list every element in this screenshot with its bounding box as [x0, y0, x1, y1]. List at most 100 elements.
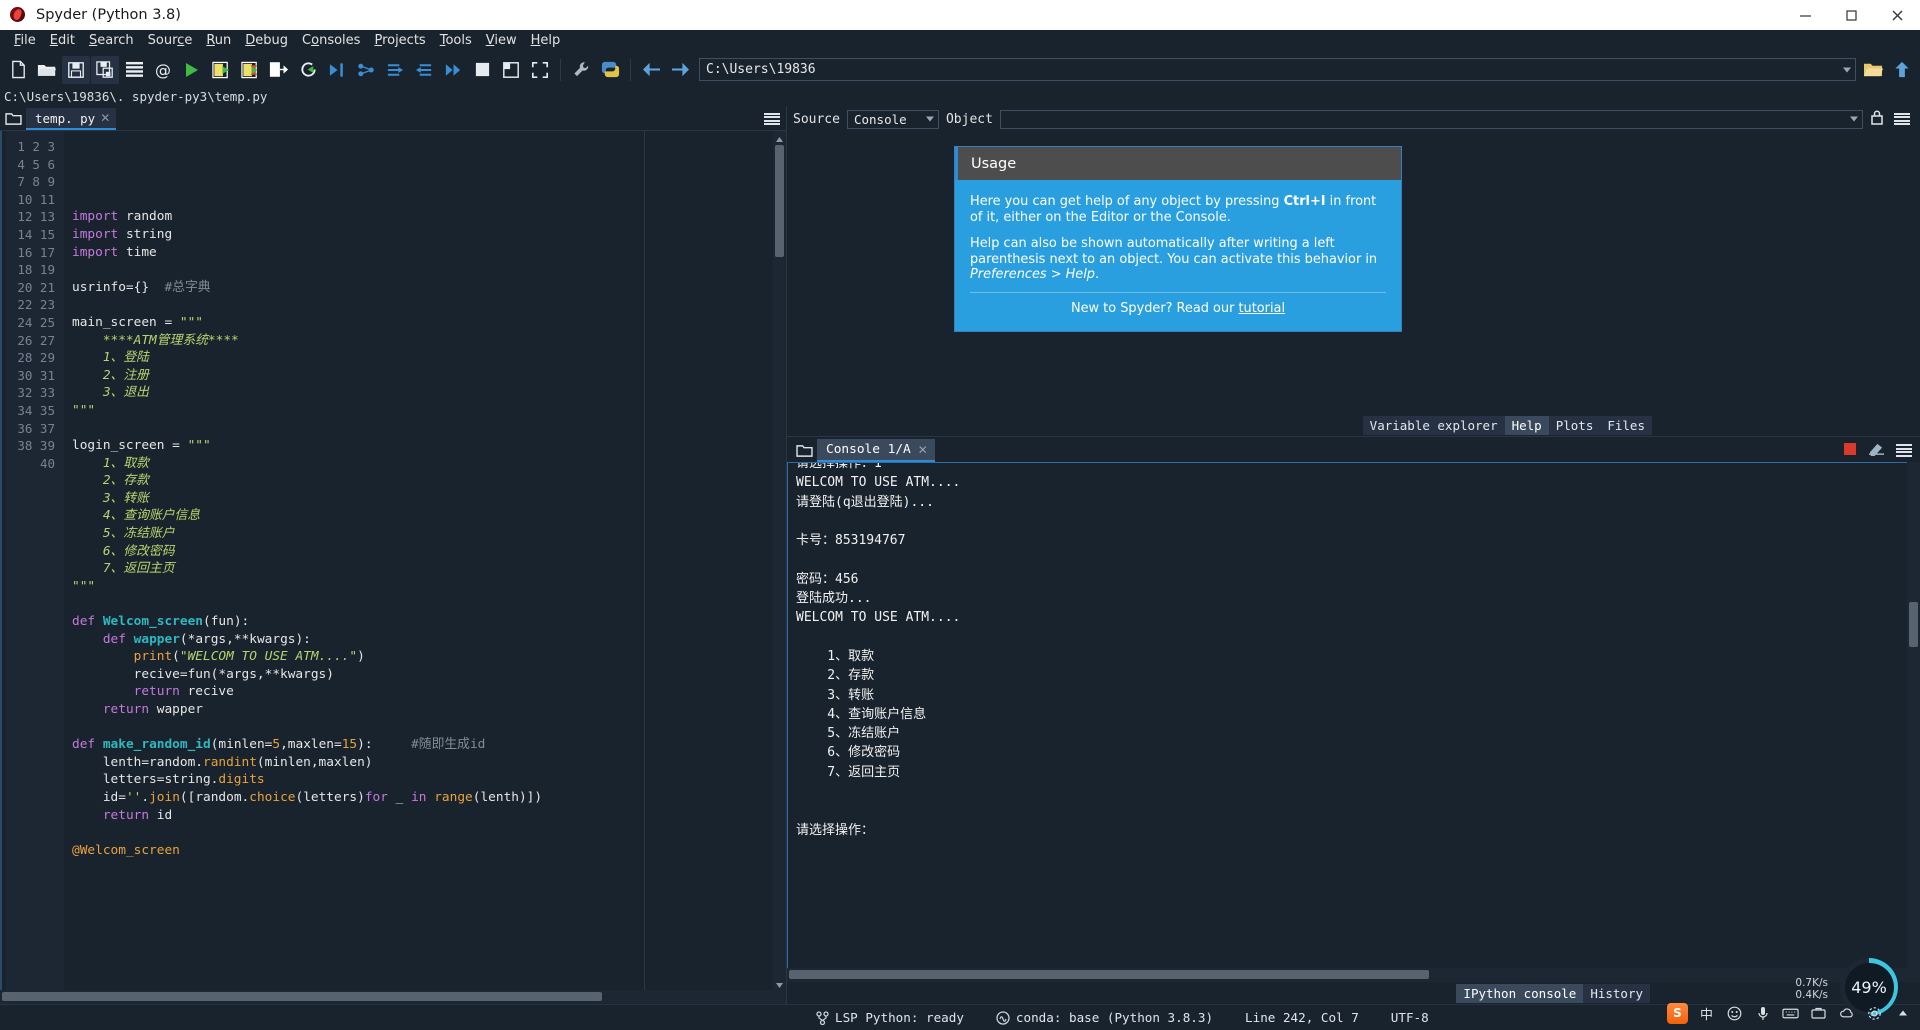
stop-icon[interactable] [1843, 441, 1857, 460]
run-cell-icon[interactable] [207, 56, 235, 84]
fullscreen-icon[interactable] [526, 56, 554, 84]
menu-edit[interactable]: Edit [43, 32, 82, 50]
console-scroll-thumb[interactable] [1909, 602, 1918, 647]
settings-icon[interactable] [1865, 1004, 1884, 1023]
lock-icon[interactable] [1870, 109, 1884, 129]
tab-plots[interactable]: Plots [1548, 415, 1601, 435]
usage-card-header: Usage [955, 147, 1401, 180]
help-source-select[interactable]: Console [846, 109, 939, 129]
smiley-icon[interactable] [1725, 1004, 1744, 1023]
console-hscroll-thumb[interactable] [789, 970, 1429, 979]
chevron-down-icon[interactable] [925, 116, 934, 122]
console-output[interactable]: 请选择操作：1 WELCOM TO USE ATM.... 请登陆(q退出登陆)… [787, 462, 1907, 968]
stop-debug-icon[interactable] [468, 56, 496, 84]
run-selection-icon[interactable] [265, 56, 293, 84]
browse-tabs-icon[interactable] [0, 108, 26, 130]
editor-horizontal-scrollbar[interactable] [0, 990, 786, 1004]
right-column: Source Console Object Usage Here you can… [786, 106, 1920, 1004]
tab-label: Variable explorer [1369, 417, 1498, 433]
close-button[interactable] [1874, 0, 1920, 30]
editor-scroll-thumb[interactable] [775, 145, 784, 257]
code-text-area[interactable]: import random import string import time … [64, 131, 773, 990]
options-hamburger-icon[interactable] [764, 112, 780, 126]
save-all-icon[interactable] [91, 55, 119, 84]
editor-hscroll-thumb[interactable] [2, 992, 602, 1001]
parent-directory-icon[interactable] [1888, 56, 1916, 84]
menu-debug[interactable]: Debug [238, 32, 295, 50]
editor-tab-temp-py[interactable]: temp. py ✕ [26, 108, 117, 130]
options-hamburger-icon[interactable] [1896, 444, 1912, 457]
maximize-pane-icon[interactable] [497, 56, 525, 84]
editor-vertical-scrollbar[interactable] [773, 131, 786, 990]
continue-icon[interactable] [439, 56, 467, 84]
main-area: temp. py ✕ 1 2 3 4 5 6 7 8 9 10 11 12 13… [0, 106, 1920, 1004]
preferences-icon[interactable] [567, 56, 595, 84]
chevron-down-icon[interactable] [1850, 116, 1858, 122]
tab-files[interactable]: Files [1600, 415, 1652, 435]
step-over-icon[interactable] [352, 56, 380, 84]
find-symbols-icon[interactable]: @ [149, 56, 177, 84]
menu-tools[interactable]: Tools [433, 32, 479, 50]
cloud-icon[interactable] [1837, 1004, 1856, 1023]
menu-search[interactable]: Search [82, 32, 141, 50]
run-file-icon[interactable] [178, 56, 206, 84]
line-number-gutter: 1 2 3 4 5 6 7 8 9 10 11 12 13 14 15 16 1… [6, 131, 64, 990]
console-vertical-scrollbar[interactable] [1907, 462, 1920, 968]
re-run-icon[interactable] [294, 56, 322, 84]
tab-history[interactable]: History [1583, 983, 1650, 1003]
menu-help[interactable]: Help [524, 32, 568, 50]
help-content: Usage Here you can get help of any objec… [787, 132, 1920, 414]
run-cell-advance-icon[interactable] [236, 56, 264, 84]
new-file-icon[interactable] [4, 56, 32, 84]
usage-shortcut-key: Ctrl+I [1283, 194, 1326, 209]
menu-source[interactable]: Source [141, 32, 200, 50]
file-switcher-icon[interactable] [120, 56, 148, 84]
menu-view[interactable]: View [479, 32, 524, 50]
chevron-down-icon[interactable] [1843, 67, 1851, 72]
tab-help[interactable]: Help [1504, 415, 1549, 435]
maximize-button[interactable] [1828, 0, 1874, 30]
scroll-down-arrow-icon[interactable] [773, 977, 786, 990]
lsp-status-text: LSP Python: ready [835, 1010, 964, 1025]
console-horizontal-scrollbar[interactable] [787, 968, 1920, 982]
microphone-icon[interactable] [1753, 1004, 1772, 1023]
browse-directory-icon[interactable] [1859, 56, 1887, 84]
back-icon[interactable] [637, 56, 665, 84]
usage-p2-part-b: . [1095, 267, 1100, 282]
caret-up-icon[interactable] [1893, 1004, 1912, 1023]
pythonpath-icon[interactable] [596, 56, 624, 84]
close-icon[interactable]: ✕ [918, 443, 928, 457]
menu-projects[interactable]: Projects [367, 32, 432, 50]
console-tab-1a[interactable]: Console 1/A ✕ [817, 439, 935, 462]
working-directory-input[interactable]: C:\Users\19836 [699, 58, 1856, 81]
step-return-icon[interactable] [410, 56, 438, 84]
toolbar-separator [560, 58, 561, 81]
tutorial-link[interactable]: tutorial [1239, 301, 1286, 316]
open-file-icon[interactable] [33, 56, 61, 84]
menu-consoles[interactable]: Consoles [295, 32, 367, 50]
tab-label: Help [1511, 417, 1542, 433]
keyboard-icon[interactable] [1781, 1004, 1800, 1023]
remove-all-variables-icon[interactable] [1868, 441, 1885, 460]
forward-icon[interactable] [666, 56, 694, 84]
scroll-up-arrow-icon[interactable] [773, 131, 786, 144]
conda-status-text: conda: base (Python 3.8.3) [1015, 1010, 1214, 1025]
options-hamburger-icon[interactable] [1894, 112, 1910, 126]
menu-run[interactable]: Run [199, 32, 238, 50]
toolbox-icon[interactable] [1809, 1004, 1828, 1023]
help-object-input[interactable] [999, 109, 1863, 129]
window-title: Spyder (Python 3.8) [36, 7, 181, 23]
tab-ipython-console[interactable]: IPython console [1456, 983, 1584, 1003]
close-icon[interactable]: ✕ [100, 111, 110, 125]
tab-variable-explorer[interactable]: Variable explorer [1362, 415, 1505, 435]
debug-file-icon[interactable] [323, 56, 351, 84]
step-into-icon[interactable] [381, 56, 409, 84]
ime-mode-icon[interactable]: 中 [1697, 1004, 1716, 1023]
save-file-icon[interactable] [62, 55, 90, 84]
menu-file[interactable]: File [7, 32, 43, 50]
minimize-button[interactable] [1782, 0, 1828, 30]
browse-tabs-icon[interactable] [791, 439, 817, 462]
tab-label: IPython console [1463, 985, 1577, 1001]
usage-title: Usage [971, 155, 1017, 172]
sogou-ime-icon[interactable]: S [1667, 1002, 1688, 1024]
